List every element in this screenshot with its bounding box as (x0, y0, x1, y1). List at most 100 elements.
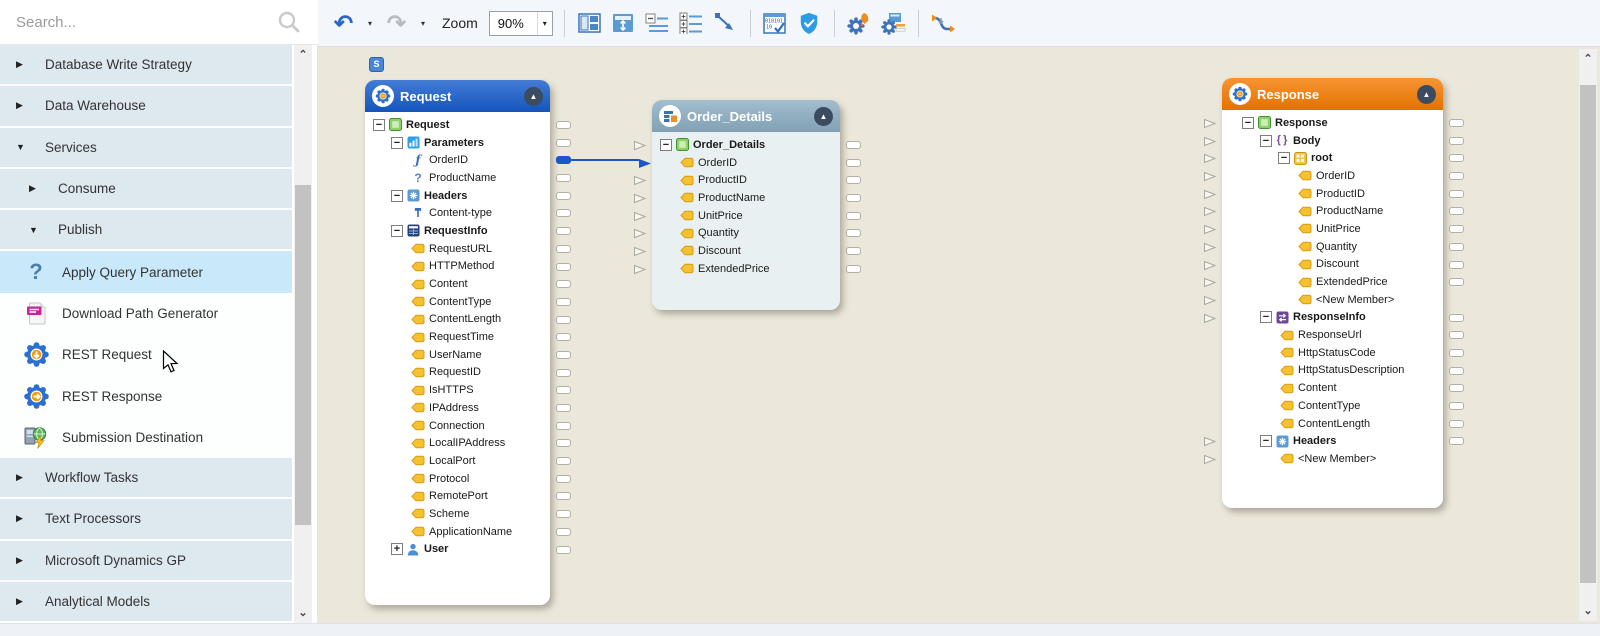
collapse-expander-icon[interactable]: − (373, 119, 385, 131)
sidebar-item-database-write-strategy[interactable]: ▶Database Write Strategy (0, 45, 292, 86)
input-port[interactable] (1203, 454, 1217, 465)
output-port[interactable] (556, 528, 571, 536)
collapse-expander-icon[interactable]: − (1260, 311, 1272, 323)
tree-row-discount[interactable]: Discount (652, 242, 840, 260)
tree-row-ishttps[interactable]: IsHTTPS (365, 381, 550, 399)
tree-row-parameters[interactable]: −Parameters (365, 134, 550, 152)
output-port[interactable] (556, 245, 571, 253)
tree-row-productid[interactable]: ProductID (652, 171, 840, 189)
output-port[interactable] (556, 174, 571, 182)
output-port[interactable] (1449, 207, 1464, 215)
tree-row-contenttype[interactable]: ContentType (365, 293, 550, 311)
sidebar-item-workflow-tasks[interactable]: ▶Workflow Tasks (0, 458, 292, 499)
horizontal-scrollbar-track[interactable] (0, 623, 1600, 636)
output-port[interactable] (556, 351, 571, 359)
collapse-all-icon[interactable] (644, 10, 671, 37)
draw-link-icon[interactable] (712, 10, 739, 37)
start-job-icon[interactable] (846, 10, 873, 37)
output-port[interactable] (1449, 119, 1464, 127)
output-port[interactable] (846, 247, 861, 255)
tree-row-content[interactable]: Content (365, 275, 550, 293)
input-port[interactable] (1203, 295, 1217, 306)
dataflow-canvas[interactable]: S Request▲−Request−ParametersƒOrderID?Pr… (318, 47, 1600, 623)
tree-row-applicationname[interactable]: ApplicationName (365, 523, 550, 541)
output-port[interactable] (556, 209, 571, 217)
input-port[interactable] (1203, 224, 1217, 235)
tree-row-user[interactable]: +User (365, 541, 550, 559)
input-port[interactable] (1203, 171, 1217, 182)
validate-shield-icon[interactable] (796, 10, 823, 37)
output-port[interactable] (556, 386, 571, 394)
canvas-scrollbar[interactable]: ⌃ ⌄ (1579, 49, 1597, 621)
tree-row-contentlength[interactable]: ContentLength (365, 311, 550, 329)
undo-icon[interactable]: ↶ (330, 10, 357, 37)
sidebar-item-data-warehouse[interactable]: ▶Data Warehouse (0, 86, 292, 127)
sidebar-item-download-path-generator[interactable]: Download Path Generator (0, 293, 292, 334)
input-port[interactable] (633, 211, 647, 222)
tree-row-responseinfo[interactable]: −ResponseInfo (1222, 309, 1443, 327)
node-request[interactable]: Request▲−Request−ParametersƒOrderID?Prod… (365, 80, 550, 605)
output-port[interactable] (1449, 314, 1464, 322)
collapse-expander-icon[interactable]: − (391, 190, 403, 202)
collapse-expander-icon[interactable]: − (1278, 152, 1290, 164)
tree-row-contenttype[interactable]: ContentType (1222, 397, 1443, 415)
output-port[interactable] (556, 192, 571, 200)
chevron-right-icon[interactable]: ▶ (16, 100, 30, 111)
input-port[interactable] (633, 264, 647, 275)
output-port[interactable] (846, 265, 861, 273)
sidebar-item-analytical-models[interactable]: ▶Analytical Models (0, 582, 292, 623)
scroll-up-icon[interactable]: ⌃ (1579, 51, 1597, 67)
sidebar-scrollbar[interactable]: ⌃ ⌄ (294, 45, 312, 623)
input-port[interactable] (1203, 189, 1217, 200)
output-port[interactable] (1449, 437, 1464, 445)
sidebar-item-apply-query-parameter[interactable]: ?Apply Query Parameter (0, 251, 292, 292)
collapse-expander-icon[interactable]: − (1242, 117, 1254, 129)
output-port[interactable] (1449, 243, 1464, 251)
sidebar-item-rest-response[interactable]: REST Response (0, 375, 292, 416)
input-port[interactable] (633, 228, 647, 239)
output-port[interactable] (556, 492, 571, 500)
node-order-details[interactable]: Order_Details▲−Order_DetailsOrderIDProdu… (652, 100, 840, 310)
scroll-down-icon[interactable]: ⌄ (294, 605, 312, 621)
fit-node-icon[interactable] (610, 10, 637, 37)
tree-row-new-member[interactable]: <New Member> (1222, 291, 1443, 309)
output-port[interactable] (556, 546, 571, 554)
output-port[interactable] (556, 475, 571, 483)
output-port[interactable] (1449, 349, 1464, 357)
route-links-icon[interactable] (930, 10, 957, 37)
tree-row-contentlength[interactable]: ContentLength (1222, 415, 1443, 433)
tree-row-localport[interactable]: LocalPort (365, 452, 550, 470)
chevron-right-icon[interactable]: ▶ (16, 555, 30, 566)
expand-all-icon[interactable] (678, 10, 705, 37)
sidebar-item-text-processors[interactable]: ▶Text Processors (0, 499, 292, 540)
output-port[interactable] (556, 333, 571, 341)
input-port[interactable] (633, 246, 647, 257)
sidebar-item-consume[interactable]: ▶Consume (0, 169, 292, 210)
tree-row-extendedprice[interactable]: ExtendedPrice (652, 260, 840, 278)
output-port[interactable] (1449, 137, 1464, 145)
input-port[interactable] (1203, 277, 1217, 288)
input-port[interactable] (1203, 260, 1217, 271)
output-port[interactable] (556, 422, 571, 430)
redo-icon[interactable]: ↷ (383, 10, 410, 37)
node-header[interactable]: Request▲ (365, 80, 550, 112)
undo-dropdown-icon[interactable]: ▾ (364, 19, 376, 28)
preview-data-icon[interactable]: 01010110 (762, 10, 789, 37)
output-port[interactable] (556, 510, 571, 518)
output-port[interactable] (846, 159, 861, 167)
output-port[interactable] (1449, 172, 1464, 180)
chevron-down-icon[interactable]: ▼ (29, 225, 43, 235)
tree-row-root[interactable]: −root (1222, 149, 1443, 167)
output-port[interactable] (556, 298, 571, 306)
output-port[interactable] (1449, 190, 1464, 198)
tree-row-body[interactable]: −{ }Body (1222, 132, 1443, 150)
tree-row-productname[interactable]: ?ProductName (365, 169, 550, 187)
expand-expander-icon[interactable]: + (391, 543, 403, 555)
tree-row-ipaddress[interactable]: IPAddress (365, 399, 550, 417)
tree-row-httpmethod[interactable]: HTTPMethod (365, 258, 550, 276)
scroll-down-icon[interactable]: ⌄ (1579, 603, 1597, 619)
tree-row-unitprice[interactable]: UnitPrice (652, 207, 840, 225)
chevron-right-icon[interactable]: ▶ (29, 183, 43, 194)
tree-row-responseurl[interactable]: ResponseUrl (1222, 326, 1443, 344)
input-port[interactable] (1203, 206, 1217, 217)
